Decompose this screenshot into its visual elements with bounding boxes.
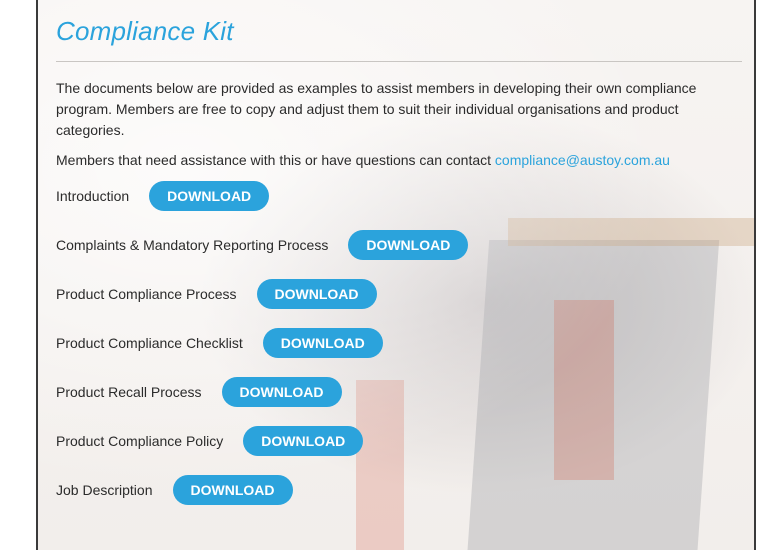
contact-text: Members that need assistance with this o… [56,152,495,168]
document-label: Introduction [56,188,130,204]
document-row-recall-process: Product Recall Process DOWNLOAD [56,376,742,408]
document-row-compliance-policy: Product Compliance Policy DOWNLOAD [56,425,742,457]
compliance-kit-section: Compliance Kit The documents below are p… [56,0,742,523]
download-compliance-process-button[interactable]: DOWNLOAD [256,279,377,309]
download-complaints-button[interactable]: DOWNLOAD [348,230,469,260]
document-label: Product Compliance Process [56,286,237,302]
page-title: Compliance Kit [56,16,234,46]
document-label: Product Compliance Policy [56,433,224,449]
download-compliance-checklist-button[interactable]: DOWNLOAD [262,328,383,358]
download-job-description-button[interactable]: DOWNLOAD [172,475,293,505]
download-recall-process-button[interactable]: DOWNLOAD [221,377,342,407]
document-label: Job Description [56,482,153,498]
document-row-complaints: Complaints & Mandatory Reporting Process… [56,229,742,261]
intro-paragraph: The documents below are provided as exam… [56,80,697,138]
document-label: Product Recall Process [56,384,202,400]
document-label: Product Compliance Checklist [56,335,243,351]
contact-email-link[interactable]: compliance@austoy.com.au [495,152,670,168]
download-compliance-policy-button[interactable]: DOWNLOAD [243,426,364,456]
document-list: Introduction DOWNLOAD Complaints & Manda… [56,180,742,506]
download-introduction-button[interactable]: DOWNLOAD [149,181,270,211]
content-panel: Compliance Kit The documents below are p… [36,0,756,550]
document-row-introduction: Introduction DOWNLOAD [56,180,742,212]
title-divider [56,61,742,62]
document-row-compliance-checklist: Product Compliance Checklist DOWNLOAD [56,327,742,359]
document-label: Complaints & Mandatory Reporting Process [56,237,329,253]
contact-paragraph: Members that need assistance with this o… [56,150,726,171]
document-row-compliance-process: Product Compliance Process DOWNLOAD [56,278,742,310]
document-row-job-description: Job Description DOWNLOAD [56,474,742,506]
